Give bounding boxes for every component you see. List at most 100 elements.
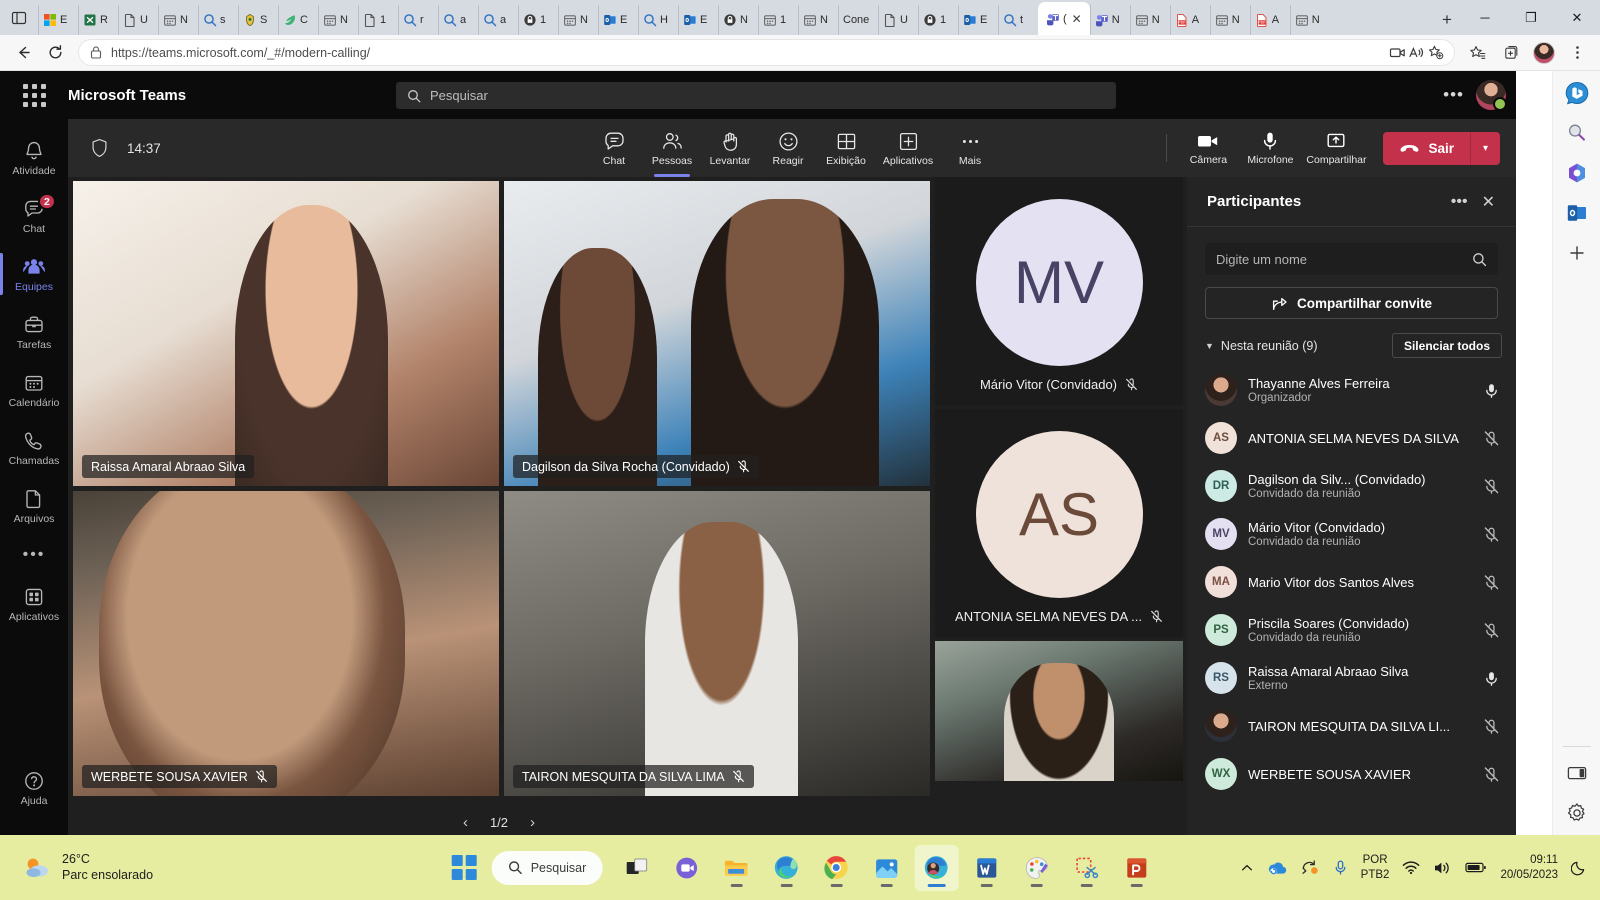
browser-tab[interactable]: PDF A — [1169, 5, 1210, 35]
browser-tab[interactable]: a — [478, 5, 518, 35]
browser-tab[interactable]: C — [278, 5, 318, 35]
browser-tab[interactable]: N — [1089, 5, 1130, 35]
muted-mic-icon[interactable] — [1480, 574, 1502, 591]
browser-tab[interactable]: a — [438, 5, 478, 35]
sidebar-item-calendrio[interactable]: Calendário — [0, 361, 68, 419]
browser-tab[interactable]: N — [1289, 5, 1330, 35]
share-invite-button[interactable]: Compartilhar convite — [1205, 287, 1498, 319]
back-button[interactable] — [8, 39, 38, 67]
browser-tab[interactable]: N — [798, 5, 838, 35]
sidebar-item-tarefas[interactable]: Tarefas — [0, 303, 68, 361]
sidebar-item-arquivos[interactable]: Arquivos — [0, 477, 68, 535]
browser-settings-more-icon[interactable] — [1562, 39, 1592, 67]
reload-button[interactable] — [40, 39, 70, 67]
onedrive-icon[interactable] — [1267, 860, 1287, 876]
browser-tab[interactable]: N — [558, 5, 598, 35]
google-chrome-icon[interactable] — [814, 845, 858, 891]
browser-tab[interactable]: r — [398, 5, 438, 35]
control-more[interactable]: Mais — [941, 123, 999, 173]
video-tile[interactable]: Dagilson da Silva Rocha (Convidado) — [504, 181, 930, 486]
profile-avatar[interactable] — [1529, 39, 1559, 67]
minimize-button[interactable]: ─ — [1462, 0, 1508, 35]
sidebar-item-chat[interactable]: 2 Chat — [0, 187, 68, 245]
muted-mic-icon[interactable] — [1480, 718, 1502, 735]
bing-copilot-icon[interactable] — [1562, 79, 1592, 107]
browser-tab[interactable]: 1 — [518, 5, 558, 35]
participant-row[interactable]: RS Raissa Amaral Abraao Silva Externo — [1187, 654, 1516, 702]
avatar-tile[interactable]: MV Mário Vitor (Convidado) — [935, 177, 1183, 405]
keyboard-language-indicator[interactable]: POR PTB2 — [1361, 853, 1390, 882]
video-capture-icon[interactable] — [1389, 44, 1406, 61]
browser-tab[interactable]: N — [158, 5, 198, 35]
microsoft-edge-teams-icon[interactable] — [914, 844, 959, 891]
file-explorer-icon[interactable] — [714, 845, 758, 891]
tab-close-icon[interactable]: ✕ — [1072, 12, 1082, 26]
task-view-icon[interactable] — [614, 845, 658, 891]
control-microphone[interactable]: Microfone — [1237, 123, 1303, 173]
browser-tab[interactable]: N — [1129, 5, 1170, 35]
browser-tab[interactable]: N — [718, 5, 758, 35]
maximize-button[interactable]: ❐ — [1508, 0, 1554, 35]
browser-tab[interactable]: 1 — [758, 5, 798, 35]
split-screen-icon[interactable] — [1562, 759, 1592, 787]
participants-more-icon[interactable]: ••• — [1444, 193, 1475, 211]
participant-row[interactable]: MA Mario Vitor dos Santos Alves — [1187, 558, 1516, 606]
teams-user-avatar[interactable] — [1476, 80, 1507, 111]
control-people[interactable]: Pessoas — [643, 123, 701, 177]
participant-row[interactable]: Thayanne Alves Ferreira Organizador — [1187, 366, 1516, 414]
sidebar-item-ajuda[interactable]: Ajuda — [0, 759, 68, 817]
video-tile[interactable]: WERBETE SOUSA XAVIER — [73, 491, 499, 796]
taskbar-search-box[interactable]: Pesquisar — [491, 850, 603, 885]
control-chat[interactable]: Chat — [585, 123, 643, 173]
sync-update-icon[interactable] — [1300, 859, 1320, 876]
sidebar-item-aplicativos[interactable]: Aplicativos — [0, 575, 68, 633]
browser-tab[interactable]: H — [638, 5, 678, 35]
notification-moon-icon[interactable] — [1571, 859, 1588, 876]
microsoft-edge-icon[interactable] — [764, 845, 808, 891]
muted-mic-icon[interactable] — [1480, 766, 1502, 783]
participants-search-input[interactable]: Digite um nome — [1205, 243, 1498, 275]
leave-options-caret[interactable]: ▾ — [1470, 131, 1500, 165]
browser-tab[interactable]: Cone — [838, 5, 878, 35]
control-apps[interactable]: Aplicativos — [875, 123, 941, 173]
muted-mic-icon[interactable] — [1480, 622, 1502, 639]
participant-row[interactable]: DR Dagilson da Silv... (Convidado) Convida… — [1187, 462, 1516, 510]
muted-mic-icon[interactable] — [1480, 478, 1502, 495]
taskbar-clock[interactable]: 09:11 20/05/2023 — [1500, 853, 1558, 883]
outlook-icon[interactable] — [1562, 199, 1592, 227]
muted-mic-icon[interactable] — [1480, 430, 1502, 447]
browser-tab[interactable]: S — [238, 5, 278, 35]
leave-meeting-button[interactable]: Sair — [1383, 131, 1470, 165]
participant-row[interactable]: MV Mário Vitor (Convidado) Convidado da re… — [1187, 510, 1516, 558]
participant-row[interactable]: WX WERBETE SOUSA XAVIER — [1187, 750, 1516, 798]
browser-tab-active[interactable]: (✕ — [1038, 2, 1090, 35]
browser-tab[interactable]: t — [998, 5, 1038, 35]
participant-row[interactable]: AS ANTONIA SELMA NEVES DA SILVA — [1187, 414, 1516, 462]
browser-tab[interactable]: R — [78, 5, 118, 35]
paint-icon[interactable] — [1014, 845, 1058, 891]
battery-icon[interactable] — [1465, 861, 1487, 874]
address-bar[interactable]: https://teams.microsoft.com/_#/modern-ca… — [78, 39, 1455, 66]
close-button[interactable]: ✕ — [1554, 0, 1600, 35]
tab-search-icon[interactable] — [0, 0, 38, 35]
control-camera[interactable]: Câmera — [1179, 123, 1237, 173]
control-view[interactable]: Exibição — [817, 123, 875, 173]
self-video-tile[interactable] — [935, 641, 1183, 781]
browser-tab[interactable]: U — [878, 5, 918, 35]
browser-tab[interactable]: 1 — [358, 5, 398, 35]
photos-icon[interactable] — [864, 845, 908, 891]
mic-icon[interactable] — [1480, 670, 1502, 687]
control-react[interactable]: Reagir — [759, 123, 817, 173]
browser-tab[interactable]: PDF A — [1249, 5, 1290, 35]
start-button[interactable] — [442, 845, 486, 891]
powerpoint-icon[interactable] — [1114, 845, 1158, 891]
browser-tab[interactable]: s — [198, 5, 238, 35]
control-share-screen[interactable]: Compartilhar — [1303, 123, 1369, 173]
tray-expand-chevron-icon[interactable] — [1240, 861, 1254, 875]
browser-tab[interactable]: E — [678, 5, 718, 35]
add-favorite-icon[interactable] — [1427, 44, 1444, 61]
read-aloud-icon[interactable] — [1408, 44, 1425, 61]
browser-tab[interactable]: E — [38, 5, 78, 35]
taskbar-weather-widget[interactable]: 26°C Parc ensolarado — [0, 852, 153, 883]
pagination-next-button[interactable]: › — [524, 812, 541, 833]
